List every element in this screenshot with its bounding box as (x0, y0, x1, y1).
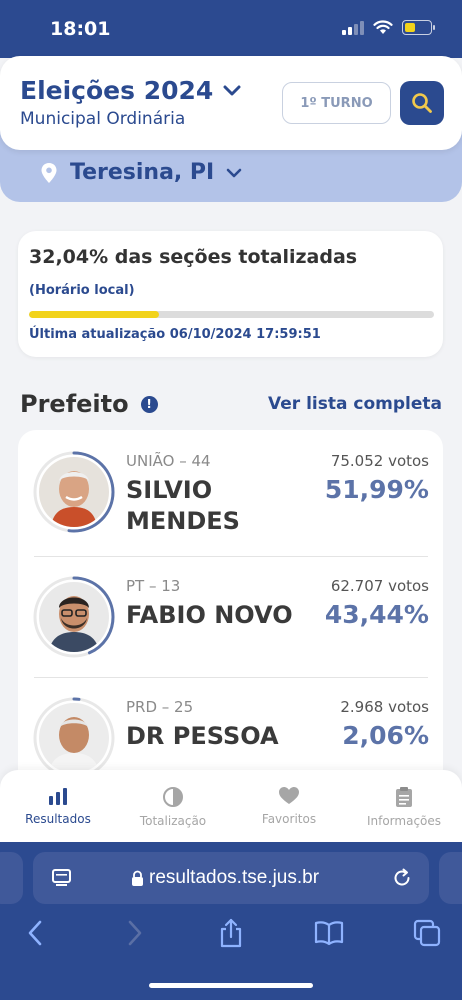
election-selector[interactable]: Eleições 2024 (20, 76, 241, 105)
candidate-percent: 51,99% (324, 475, 429, 504)
url-text: resultados.tse.jus.br (149, 867, 320, 888)
candidate-photo (39, 457, 109, 527)
status-time: 18:01 (50, 18, 111, 40)
section-title: Prefeito ! (20, 390, 158, 418)
status-icons (342, 20, 435, 35)
tab-label: Totalização (139, 814, 207, 828)
chevron-left-icon (28, 920, 42, 946)
election-title: Eleições 2024 (20, 76, 214, 105)
bookmarks-button[interactable] (314, 918, 344, 948)
cellular-signal-icon (342, 20, 364, 35)
election-subtitle: Municipal Ordinária (20, 109, 186, 129)
section-title-text: Prefeito (20, 390, 129, 418)
candidate-row[interactable]: UNIÃO – 44 SILVIO MENDES 75.052 votos 51… (18, 430, 443, 556)
search-button[interactable] (400, 81, 444, 125)
next-tab-preview[interactable] (439, 852, 462, 904)
browser-toolbar: resultados.tse.jus.br (0, 842, 462, 1000)
status-bar: 18:01 (0, 0, 462, 58)
location-selector[interactable]: Teresina, PI (40, 160, 242, 185)
chevron-down-icon (226, 168, 242, 177)
back-button[interactable] (20, 918, 50, 948)
candidate-avatar (32, 450, 116, 534)
progress-bar-fill (29, 311, 159, 318)
previous-tab-preview[interactable] (0, 852, 23, 904)
local-time-note: (Horário local) (29, 283, 135, 298)
address-bar[interactable]: resultados.tse.jus.br (33, 852, 429, 904)
candidate-votes: 62.707 votos (330, 577, 429, 595)
candidate-photo (39, 582, 109, 652)
page-menu-icon[interactable] (51, 867, 73, 889)
progress-title: 32,04% das seções totalizadas (29, 246, 358, 268)
candidate-party: PT – 13 (126, 577, 181, 595)
heart-icon (279, 787, 299, 804)
battery-icon (402, 20, 435, 35)
home-indicator (149, 983, 313, 988)
candidate-party: UNIÃO – 44 (126, 452, 211, 470)
info-icon[interactable]: ! (140, 395, 158, 413)
tab-favoritos[interactable]: Favoritos (234, 786, 344, 826)
last-update: Última atualização 06/10/2024 17:59:51 (29, 327, 321, 342)
candidate-votes: 75.052 votos (330, 452, 429, 470)
candidate-name: DR PESSOA (126, 722, 279, 750)
pie-chart-icon (163, 787, 183, 807)
reload-icon[interactable] (391, 867, 413, 889)
bar-chart-icon (49, 788, 67, 805)
tab-label: Resultados (25, 812, 91, 826)
progress-card: 32,04% das seções totalizadas (Horário l… (18, 231, 443, 357)
tab-informacoes[interactable]: Informações (349, 786, 459, 828)
candidate-name: FABIO NOVO (126, 601, 293, 629)
candidate-avatar (32, 696, 116, 780)
share-icon (220, 918, 242, 948)
location-pin-icon (41, 162, 57, 183)
candidate-percent: 2,06% (342, 721, 429, 750)
tab-resultados[interactable]: Resultados (3, 786, 113, 826)
wifi-icon (373, 20, 393, 34)
book-icon (314, 921, 344, 946)
candidate-votes: 2.968 votos (340, 698, 429, 716)
location-label: Teresina, PI (70, 160, 215, 185)
tabs-button[interactable] (412, 918, 442, 948)
tab-label: Favoritos (261, 812, 317, 826)
tab-label: Informações (366, 814, 442, 828)
candidate-avatar (32, 575, 116, 659)
turno-button[interactable]: 1º TURNO (282, 82, 391, 124)
candidate-percent: 43,44% (324, 600, 429, 629)
candidate-name: SILVIO MENDES (126, 476, 240, 535)
see-full-list-link[interactable]: Ver lista completa (268, 394, 442, 414)
clipboard-icon (396, 787, 412, 807)
chevron-down-icon (223, 85, 241, 95)
candidate-photo (39, 703, 109, 773)
tabs-icon (413, 919, 441, 947)
share-button[interactable] (216, 918, 246, 948)
bottom-tab-bar: Resultados Totalização Favoritos Informa… (0, 770, 462, 842)
search-icon (412, 93, 432, 113)
candidate-party: PRD – 25 (126, 698, 194, 716)
chevron-right-icon (128, 920, 142, 946)
header-card: Eleições 2024 Municipal Ordinária 1º TUR… (0, 56, 462, 150)
tab-totalizacao[interactable]: Totalização (118, 786, 228, 828)
lock-icon (132, 870, 143, 886)
progress-bar (29, 311, 434, 318)
candidate-row[interactable]: PT – 13 FABIO NOVO 62.707 votos 43,44% (18, 557, 443, 677)
forward-button[interactable] (120, 918, 150, 948)
